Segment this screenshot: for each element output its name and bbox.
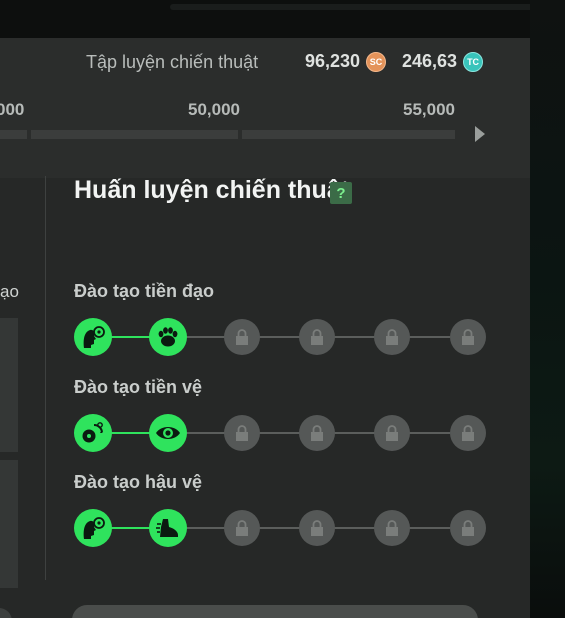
milestone-label: 50,000 [188,100,240,119]
milestone-progress-track [0,130,455,139]
skill-node-locked[interactable] [299,319,335,355]
left-column-label: ạo [0,282,19,301]
sc-coin-icon: SC [366,51,387,72]
milestone-label: 55,000 [403,100,455,119]
training-track-midfield [74,414,486,452]
milestone-label: 000 [0,100,25,119]
skill-node-boot[interactable] [149,509,187,547]
lock-icon [462,425,474,441]
background-top [0,0,565,38]
sc-currency: 96,230 SC [305,51,387,72]
skill-node-locked[interactable] [374,319,410,355]
track-connector [110,527,150,529]
lock-icon [386,329,398,345]
column-divider [45,176,46,580]
tc-currency: 246,63 TC [402,51,484,72]
left-card[interactable] [0,318,18,452]
paw-icon [158,327,178,347]
progress-segment [242,130,455,139]
lock-icon [236,329,248,345]
boot-icon [156,519,178,537]
progress-segment [0,130,27,139]
lock-icon [311,329,323,345]
lock-icon [236,520,248,536]
head-ball-icon [83,326,105,348]
lock-icon [311,425,323,441]
ball-swap-icon [82,422,103,443]
track-label-forward: Đào tạo tiền đạo [74,281,215,301]
lock-icon [386,520,398,536]
track-connector [110,336,150,338]
head-ball-icon [83,517,105,539]
track-label-midfield: Đào tạo tiền vệ [74,377,203,397]
skill-node-head-ball[interactable] [74,509,112,547]
scroll-right-arrow-icon[interactable] [475,126,485,142]
skill-node-locked[interactable] [224,510,260,546]
training-track-defense [74,509,486,547]
lock-icon [462,520,474,536]
skill-node-locked[interactable] [374,510,410,546]
sc-amount: 96,230 [305,51,361,71]
lock-icon [462,329,474,345]
eye-icon [156,427,180,439]
skill-node-locked[interactable] [224,415,260,451]
skill-node-locked[interactable] [450,319,486,355]
skill-node-locked[interactable] [450,510,486,546]
background-right [530,0,565,618]
skill-node-locked[interactable] [224,319,260,355]
skill-node-locked[interactable] [450,415,486,451]
track-connector [110,432,150,434]
skill-node-locked[interactable] [374,415,410,451]
training-track-forward [74,318,486,356]
skill-node-locked[interactable] [299,510,335,546]
left-card[interactable] [0,460,18,588]
lock-icon [311,520,323,536]
header-bar: Tập luyện chiến thuật 96,230 SC 246,63 T… [0,38,530,178]
header-title: Tập luyện chiến thuật [86,52,259,72]
lock-icon [236,425,248,441]
skill-node-head-ball[interactable] [74,318,112,356]
skill-node-eye[interactable] [149,414,187,452]
left-column: ạo [0,178,46,618]
track-label-defense: Đào tạo hậu vệ [74,472,203,492]
skill-node-paw[interactable] [149,318,187,356]
section-title: Huấn luyện chiến thuật [74,176,350,204]
bottom-action-button[interactable] [72,605,478,618]
skill-node-ball-swap[interactable] [74,414,112,452]
skill-node-locked[interactable] [299,415,335,451]
tc-coin-icon: TC [463,51,484,72]
help-icon[interactable]: ? [330,182,352,204]
tc-amount: 246,63 [402,51,458,71]
lock-icon [386,425,398,441]
progress-segment [31,130,238,139]
